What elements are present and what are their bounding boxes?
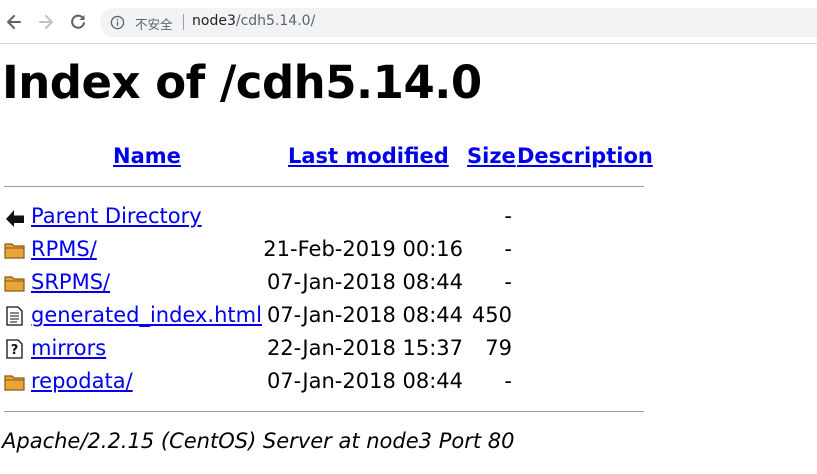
- file-size: -: [504, 369, 512, 393]
- url-path: /cdh5.14.0/: [235, 13, 316, 29]
- column-header-name[interactable]: Name: [113, 144, 181, 168]
- omnibox-divider: [183, 14, 184, 30]
- table-row: SRPMS/07-Jan-2018 08:44 -: [0, 267, 817, 300]
- back-button[interactable]: [2, 10, 26, 34]
- folder-icon: [4, 372, 26, 392]
- column-header-size[interactable]: Size: [467, 144, 516, 168]
- last-modified: 07-Jan-2018 08:44: [266, 270, 463, 294]
- table-row: ? mirrors 22-Jan-2018 15:37 79: [0, 333, 817, 366]
- forward-button[interactable]: [34, 10, 58, 34]
- last-modified: 22-Jan-2018 15:37: [266, 336, 463, 360]
- file-link[interactable]: SRPMS/: [31, 270, 110, 294]
- reload-icon: [71, 14, 85, 29]
- last-modified: 21-Feb-2019 00:16: [263, 237, 463, 261]
- browser-toolbar: 不安全 node3/cdh5.14.0/: [0, 0, 817, 44]
- file-link[interactable]: Parent Directory: [31, 204, 202, 228]
- folder-icon: [4, 240, 26, 260]
- url-text[interactable]: node3/cdh5.14.0/: [192, 13, 315, 29]
- info-icon[interactable]: [110, 15, 125, 30]
- footer-divider: [4, 411, 644, 412]
- file-size: -: [504, 270, 512, 294]
- url-host: node3: [192, 13, 236, 29]
- back-icon: [4, 207, 26, 227]
- unknown-file-icon: ?: [4, 339, 26, 359]
- file-link[interactable]: repodata/: [31, 369, 133, 393]
- column-header-last-modified[interactable]: Last modified: [288, 144, 449, 168]
- file-link[interactable]: mirrors: [31, 336, 106, 360]
- file-size: 450: [471, 303, 512, 327]
- column-header-description[interactable]: Description: [517, 144, 653, 168]
- server-signature: Apache/2.2.15 (CentOS) Server at node3 P…: [2, 429, 515, 453]
- file-size: 79: [485, 336, 512, 360]
- arrow-right-icon: [39, 15, 53, 29]
- address-bar[interactable]: 不安全 node3/cdh5.14.0/: [100, 8, 817, 37]
- file-link[interactable]: generated_index.html: [31, 303, 262, 327]
- file-link[interactable]: RPMS/: [31, 237, 97, 261]
- text-file-icon: [4, 306, 26, 326]
- security-label: 不安全: [135, 17, 173, 32]
- svg-text:?: ?: [11, 343, 19, 358]
- page-title: Index of /cdh5.14.0: [2, 56, 482, 109]
- reload-button[interactable]: [66, 10, 90, 34]
- header-divider: [4, 186, 644, 187]
- last-modified: 07-Jan-2018 08:44: [266, 369, 463, 393]
- file-size: -: [504, 237, 512, 261]
- table-row: generated_index.html 07-Jan-2018 08:44 450: [0, 300, 817, 333]
- folder-icon: [4, 273, 26, 293]
- last-modified: 07-Jan-2018 08:44: [266, 303, 463, 327]
- arrow-left-icon: [7, 15, 21, 29]
- table-row: repodata/07-Jan-2018 08:44 -: [0, 366, 817, 399]
- table-row: RPMS/21-Feb-2019 00:16 -: [0, 234, 817, 267]
- table-row: Parent Directory -: [0, 201, 817, 234]
- file-size: -: [504, 204, 512, 228]
